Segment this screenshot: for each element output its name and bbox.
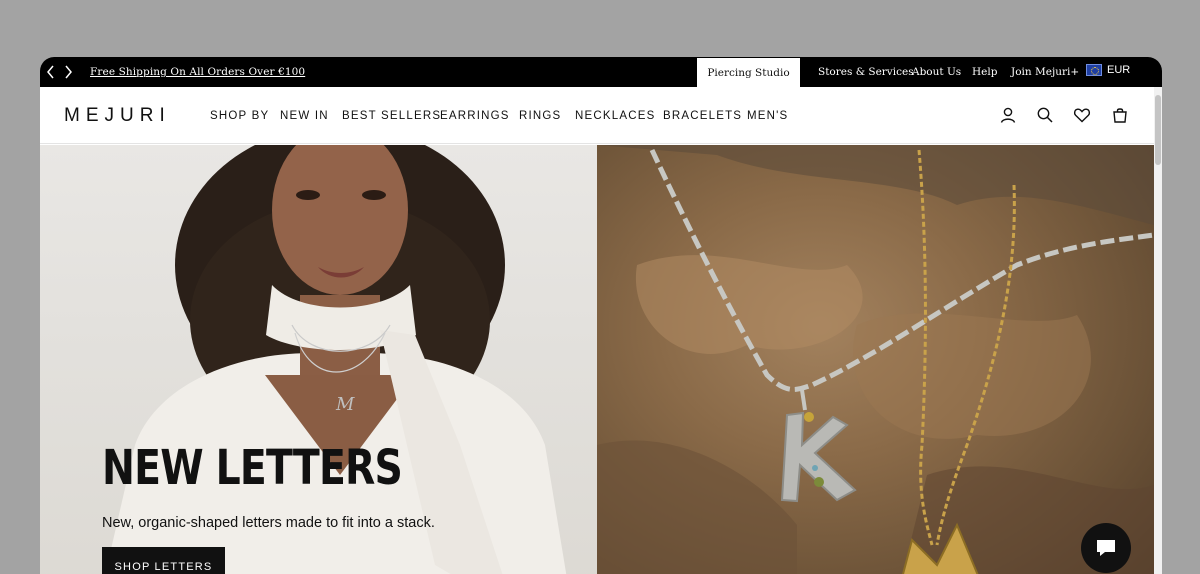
nav-item-shop-by[interactable]: SHOP BY (210, 110, 269, 122)
join-mejuri-link[interactable]: Join Mejuri+ (1011, 66, 1079, 78)
chat-bubble-icon (1097, 540, 1115, 556)
svg-text:M: M (335, 394, 355, 415)
shopping-bag-icon[interactable] (1111, 106, 1129, 124)
search-icon[interactable] (1036, 106, 1054, 124)
eu-flag-icon (1086, 64, 1102, 76)
shop-letters-button[interactable]: SHOP LETTERS (102, 547, 225, 574)
nav-item-new-in[interactable]: NEW IN (280, 110, 329, 122)
mejuri-logo[interactable]: MEJURI (64, 105, 171, 127)
currency-selector[interactable]: EUR (1086, 64, 1130, 76)
stores-services-link[interactable]: Stores & Services (818, 66, 914, 78)
nav-item-best-sellers[interactable]: BEST SELLERS (342, 110, 441, 122)
nav-item-necklaces[interactable]: NECKLACES (575, 110, 655, 122)
model-illustration: M (105, 145, 567, 574)
main-navigation: MEJURI SHOP BY NEW IN BEST SELLERS EARRI… (40, 87, 1154, 144)
hero-image-model: M NEW LETTERS New, organic-shaped letter… (40, 145, 597, 574)
browser-window: Free Shipping On All Orders Over €100 Pi… (40, 57, 1162, 574)
scrollbar-thumb[interactable] (1155, 95, 1161, 165)
nav-item-earrings[interactable]: EARRINGS (440, 110, 510, 122)
about-us-link[interactable]: About Us (912, 66, 961, 78)
hero-image-necklaces (597, 145, 1154, 574)
chevron-right-icon[interactable] (61, 64, 75, 80)
help-link[interactable]: Help (972, 66, 997, 78)
nav-item-mens[interactable]: MEN'S (747, 110, 788, 122)
chevron-left-icon[interactable] (44, 64, 58, 80)
necklace-on-stone-illustration (597, 145, 1154, 574)
chat-button[interactable] (1081, 523, 1131, 573)
nav-item-rings[interactable]: RINGS (519, 110, 561, 122)
nav-item-bracelets[interactable]: BRACELETS (663, 110, 742, 122)
hero-title: NEW LETTERS (102, 440, 403, 496)
hero-subtitle: New, organic-shaped letters made to fit … (102, 515, 435, 531)
free-shipping-link[interactable]: Free Shipping On All Orders Over €100 (90, 66, 305, 78)
piercing-studio-tab[interactable]: Piercing Studio (697, 58, 800, 87)
wishlist-heart-icon[interactable] (1073, 106, 1091, 124)
announcement-bar: Free Shipping On All Orders Over €100 Pi… (40, 57, 1162, 87)
account-icon[interactable] (999, 106, 1017, 124)
page-scrollbar[interactable] (1154, 87, 1162, 574)
currency-label: EUR (1107, 64, 1131, 76)
